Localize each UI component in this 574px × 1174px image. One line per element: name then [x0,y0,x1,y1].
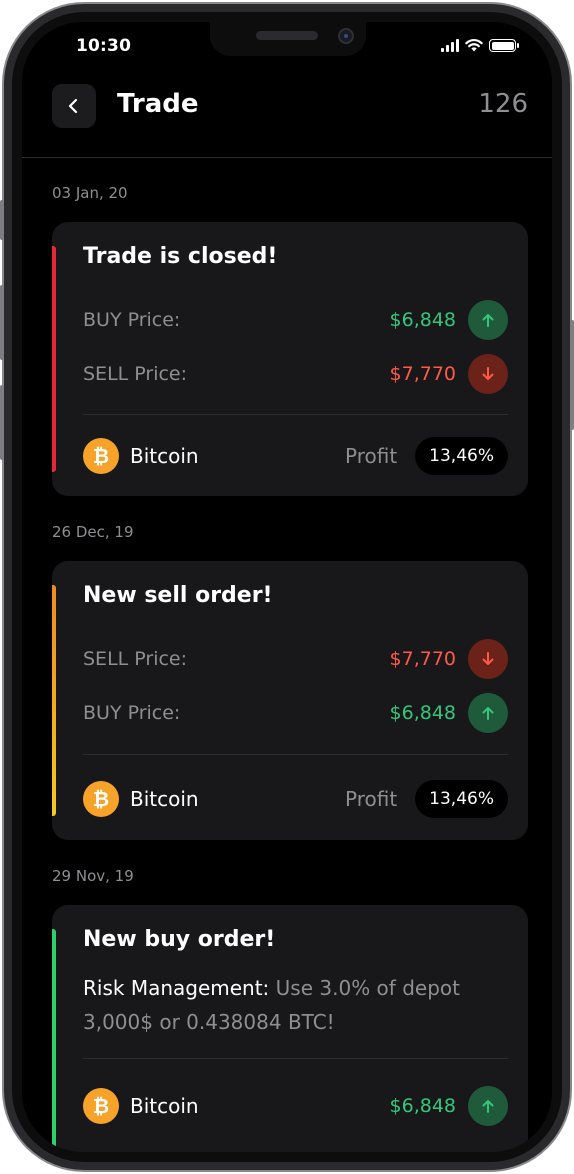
trade-card[interactable]: Trade is closed! BUY Price: $6,848 SELL … [52,222,528,496]
wifi-icon [465,39,483,52]
trade-count: 126 [478,89,528,119]
price-value: $6,848 [389,1095,456,1117]
battery-icon [489,39,519,52]
price-row: SELL Price: $7,770 [83,639,508,679]
profit-badge: 13,46% [415,780,508,818]
price-label: SELL Price: [83,648,188,670]
arrow-down-icon [468,639,508,679]
card-title: New buy order! [83,927,276,952]
price-row: SELL Price: $7,770 [83,354,508,394]
status-accent [52,585,56,816]
coin-row: ₿ Bitcoin $6,848 [83,1086,508,1126]
trade-card[interactable]: New sell order! SELL Price: $7,770 BUY P… [52,561,528,840]
bitcoin-icon: ₿ [83,1088,119,1124]
bitcoin-icon: ₿ [83,781,119,817]
cellular-signal-icon [441,39,459,52]
profit-label: Profit [345,787,398,811]
status-accent [52,246,56,472]
bitcoin-icon: ₿ [83,438,119,474]
profit-label: Profit [345,444,398,468]
notch [210,22,366,56]
chevron-left-icon [68,98,78,114]
coin-name: Bitcoin [130,1094,199,1118]
status-icons [441,38,519,52]
volume-up-button [0,285,4,360]
back-button[interactable] [52,84,96,128]
price-value: $6,848 [389,702,456,724]
arrow-down-icon [468,354,508,394]
price-row: BUY Price: $6,848 [83,300,508,340]
price-label: SELL Price: [83,363,188,385]
card-title: Trade is closed! [83,244,278,269]
risk-label: Risk Management: [83,976,270,1000]
price-value: $7,770 [389,648,456,670]
coin-name: Bitcoin [130,444,199,468]
coin-row: ₿ Bitcoin Profit 13,46% [83,779,508,819]
price-value: $7,770 [389,363,456,385]
date-label: 26 Dec, 19 [52,523,134,541]
trade-card[interactable]: New buy order! Risk Management: Use 3.0%… [52,905,528,1152]
coin-row: ₿ Bitcoin Profit 13,46% [83,436,508,476]
header-divider [22,157,552,158]
price-label: BUY Price: [83,702,181,724]
arrow-up-icon [468,300,508,340]
page-title: Trade [117,89,199,119]
volume-down-button [0,385,4,460]
date-label: 03 Jan, 20 [52,184,128,202]
power-button [570,320,574,430]
header: Trade 126 [22,76,552,156]
arrow-up-icon [468,1086,508,1126]
date-label: 29 Nov, 19 [52,867,134,885]
arrow-up-icon [468,693,508,733]
card-title: New sell order! [83,583,273,608]
camera-icon [338,28,354,44]
price-label: BUY Price: [83,309,181,331]
profit-badge: 13,46% [415,437,508,475]
card-divider [83,754,508,755]
status-accent [52,929,56,1151]
card-divider [83,414,508,415]
risk-management-text: Risk Management: Use 3.0% of depot 3,000… [83,971,500,1039]
screen: 10:30 Trade 126 03 Jan, 20 Trade is clos… [22,22,552,1152]
status-time: 10:30 [76,36,132,56]
price-value: $6,848 [389,309,456,331]
mute-switch [0,200,4,240]
speaker [256,31,318,40]
coin-name: Bitcoin [130,787,199,811]
card-divider [83,1058,508,1059]
price-row: BUY Price: $6,848 [83,693,508,733]
